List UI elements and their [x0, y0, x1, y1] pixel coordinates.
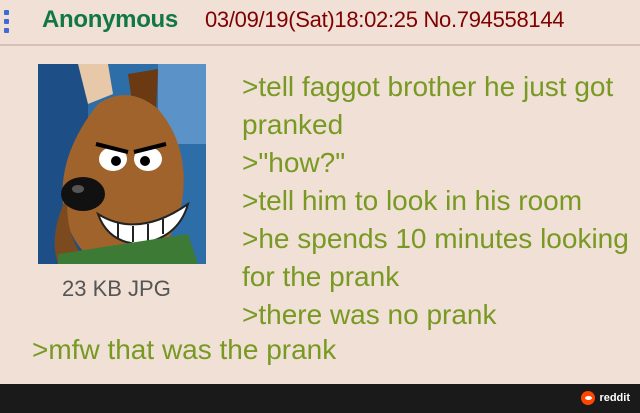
scooby-doo-image: [38, 64, 206, 264]
reddit-label: reddit: [599, 392, 630, 404]
reddit-icon: [581, 391, 596, 405]
greentext-line: >tell faggot brother he just got pranked: [242, 71, 614, 140]
post-number[interactable]: No.794558144: [423, 7, 564, 32]
post-datetime: 03/09/19(Sat)18:02:25: [205, 7, 418, 32]
poster-name: Anonymous: [42, 6, 178, 33]
header-divider: [0, 44, 640, 46]
menu-icon[interactable]: [4, 10, 10, 36]
file-info: 23 KB JPG: [62, 276, 171, 301]
greentext-line: >there was no prank: [242, 299, 497, 330]
post-body: >tell faggot brother he just got pranked…: [242, 68, 632, 334]
footer-bar: reddit: [0, 384, 640, 413]
reddit-watermark: reddit: [581, 391, 630, 405]
post-header: Anonymous 03/09/19(Sat)18:02:25 No.79455…: [0, 0, 640, 44]
greentext-line: >"how?": [242, 147, 346, 178]
greentext-line: >he spends 10 minutes looking for the pr…: [242, 223, 629, 292]
post-meta: 03/09/19(Sat)18:02:25 No.794558144: [205, 7, 565, 33]
greentext-line: >mfw that was the prank: [32, 334, 337, 365]
greentext-line: >tell him to look in his room: [242, 185, 583, 216]
post-image-thumbnail[interactable]: [38, 64, 206, 264]
